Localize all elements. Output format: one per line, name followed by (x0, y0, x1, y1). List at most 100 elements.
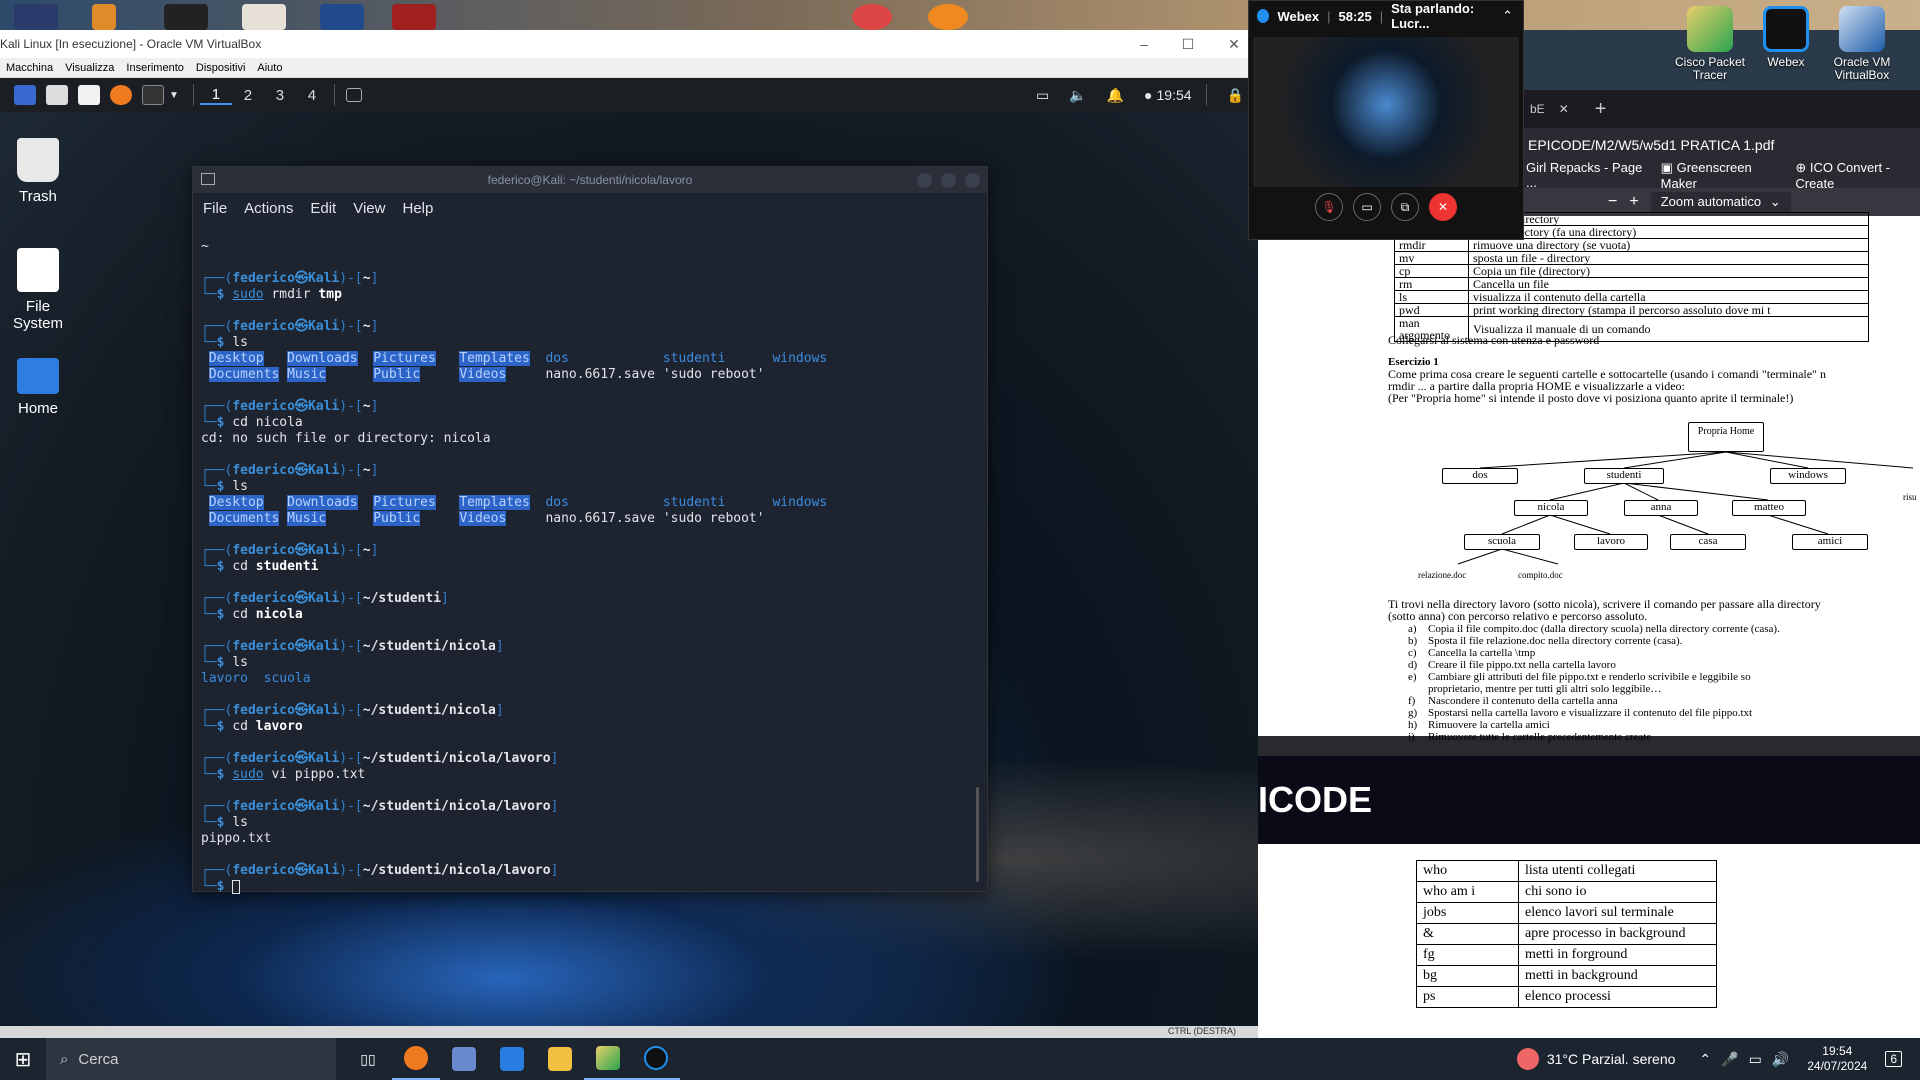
leave-button[interactable]: ✕ (1429, 193, 1457, 221)
network-icon[interactable]: ▭ (1749, 1051, 1762, 1068)
guest-screen[interactable]: ▼ 1 2 3 4 ▭ 🔈 🔔 ● 19:54 🔒 Trash File Sys… (0, 78, 1258, 1038)
bookmark-2[interactable]: ▣ Greenscreen Maker (1661, 160, 1780, 191)
app-shortcut-icon[interactable] (14, 4, 58, 30)
vlc-icon[interactable] (92, 4, 116, 30)
search-box[interactable]: ⌕ Cerca (46, 1038, 336, 1080)
notification-count: 6 (1890, 1052, 1897, 1066)
start-button[interactable]: ⊞ (0, 1038, 46, 1080)
taskbar-webex[interactable] (632, 1038, 680, 1080)
chrome-icon[interactable] (852, 4, 892, 30)
ls-entry: Pictures (373, 351, 436, 366)
terminal-output[interactable]: ~ ┌──(federico㉿Kali)-[~] └─$ sudo rmdir tm… (193, 223, 987, 895)
terminal-window-icon[interactable] (345, 88, 362, 102)
menu-view[interactable]: View (353, 200, 385, 217)
kali-menu-icon[interactable] (14, 85, 36, 105)
desktop-icon-file-system[interactable]: File System (0, 248, 76, 332)
close-icon[interactable]: ✕ (1224, 34, 1244, 54)
chevron-up-icon[interactable]: ⌃ (1502, 8, 1513, 24)
terminal-scrollbar[interactable] (976, 787, 979, 882)
menu-actions[interactable]: Actions (244, 200, 293, 217)
terminal-titlebar[interactable]: federico@Kali: ~/studenti/nicola/lavoro (193, 167, 987, 193)
task-item: e) Cambiare gli attributi del file pippo.… (1408, 671, 1780, 683)
firefox-icon[interactable] (110, 85, 132, 105)
workspace-2[interactable]: 2 (232, 87, 264, 104)
desktop-icon-home[interactable]: Home (0, 358, 76, 417)
menu-macchina[interactable]: Macchina (0, 62, 59, 74)
lock-icon[interactable]: 🔒 (1227, 87, 1244, 104)
prompt-decoration: ] (550, 799, 559, 814)
webex-header[interactable]: Webex | 58:25 | Sta parlando: Lucr... ⌃ (1249, 1, 1523, 31)
weather-text[interactable]: 31°C Parzial. sereno (1547, 1051, 1676, 1067)
maximize-icon[interactable]: ☐ (1178, 34, 1198, 54)
app-shortcut-icon[interactable] (242, 4, 286, 30)
taskbar-firefox[interactable] (392, 1038, 440, 1080)
terminal-icon[interactable] (142, 85, 164, 105)
desktop-icon-webex[interactable]: Webex (1748, 6, 1824, 69)
zoom-in-button[interactable]: + (1629, 193, 1638, 211)
virtualbox-statusbar: CTRL (DESTRA) (0, 1026, 1258, 1038)
close-button[interactable] (965, 173, 980, 188)
desktop-icon-cisco-packet-tracer[interactable]: Cisco Packet Tracer (1672, 6, 1748, 82)
app-shortcut-icon[interactable] (392, 4, 436, 30)
taskbar-explorer[interactable] (536, 1038, 584, 1080)
panel-clock[interactable]: 19:54 (1157, 87, 1192, 103)
display-icon[interactable]: ▭ (1036, 87, 1049, 104)
menu-edit[interactable]: Edit (310, 200, 336, 217)
task-letter: b) (1408, 635, 1418, 647)
taskbar-mail[interactable] (488, 1038, 536, 1080)
chevron-up-icon[interactable]: ⌃ (1699, 1051, 1711, 1068)
minimize-icon[interactable]: – (1134, 34, 1154, 54)
bell-icon[interactable]: 🔔 (1107, 87, 1124, 104)
firefox-icon[interactable] (928, 4, 968, 30)
taskbar-packet-tracer[interactable] (584, 1038, 632, 1080)
app-shortcut-icon[interactable] (320, 4, 364, 30)
app-shortcut-icon[interactable] (164, 4, 208, 30)
bookmark-3[interactable]: ⊕ ICO Convert - Create (1795, 160, 1920, 191)
home-folder-icon (17, 358, 59, 394)
taskbar-app[interactable] (440, 1038, 488, 1080)
workspace-1[interactable]: 1 (199, 86, 232, 105)
taskbar-clock[interactable]: 19:54 24/07/2024 (1807, 1044, 1867, 1074)
files-icon[interactable] (46, 85, 68, 105)
maximize-button[interactable] (941, 173, 956, 188)
workspace-4[interactable]: 4 (296, 87, 328, 104)
terminal-window[interactable]: federico@Kali: ~/studenti/nicola/lavoro … (192, 166, 988, 895)
pdf-document[interactable]: cdCambia DirectoryMkdirMake Directory (f… (1258, 212, 1920, 1038)
update-icon[interactable]: ● (1144, 87, 1152, 103)
share-button[interactable]: ⧉ (1391, 193, 1419, 221)
desktop-icon-trash[interactable]: Trash (0, 138, 76, 205)
command-arg: nicola (255, 607, 303, 622)
microphone-icon[interactable]: 🎤 (1721, 1051, 1738, 1068)
shared-screen-preview[interactable] (1253, 37, 1519, 187)
new-tab-icon[interactable]: + (1595, 98, 1607, 121)
task-view-button[interactable]: ▯▯ (344, 1038, 392, 1080)
desktop-icon-virtualbox[interactable]: Oracle VM VirtualBox (1824, 6, 1900, 82)
menu-file[interactable]: File (203, 200, 227, 217)
weather-icon[interactable] (1516, 1048, 1539, 1070)
menu-inserimento[interactable]: Inserimento (120, 62, 189, 74)
tab-title[interactable]: bE (1530, 102, 1545, 116)
chevron-down-icon[interactable]: ▼ (169, 90, 179, 101)
close-tab-icon[interactable]: ✕ (1559, 102, 1569, 116)
webex-window[interactable]: Webex | 58:25 | Sta parlando: Lucr... ⌃ … (1248, 0, 1524, 240)
prompt-user: federico (232, 319, 295, 334)
video-button[interactable]: ▭ (1353, 193, 1381, 221)
zoom-out-button[interactable]: − (1608, 193, 1617, 211)
mute-button[interactable]: 🎙 (1315, 193, 1343, 221)
minimize-button[interactable] (917, 173, 932, 188)
speaker-icon[interactable]: 🔊 (1772, 1051, 1789, 1068)
pad (530, 351, 546, 366)
menu-aiuto[interactable]: Aiuto (251, 62, 288, 74)
table-row: ls visualizza il contenuto della cartella (1394, 290, 1869, 304)
notifications-button[interactable]: 6 (1885, 1051, 1902, 1067)
menu-help[interactable]: Help (402, 200, 433, 217)
menu-visualizza[interactable]: Visualizza (59, 62, 120, 74)
workspace-3[interactable]: 3 (264, 87, 296, 104)
bookmark-1[interactable]: Girl Repacks - Page ... (1526, 160, 1645, 190)
virtualbox-titlebar[interactable]: Kali Linux [In esecuzione] - Oracle VM V… (0, 30, 1258, 58)
prompt-host: Kali (307, 751, 340, 766)
text-editor-icon[interactable] (78, 85, 100, 105)
volume-icon[interactable]: 🔈 (1069, 87, 1086, 104)
zoom-select[interactable]: Zoom automatico ⌄ (1650, 192, 1791, 212)
menu-dispositivi[interactable]: Dispositivi (190, 62, 252, 74)
